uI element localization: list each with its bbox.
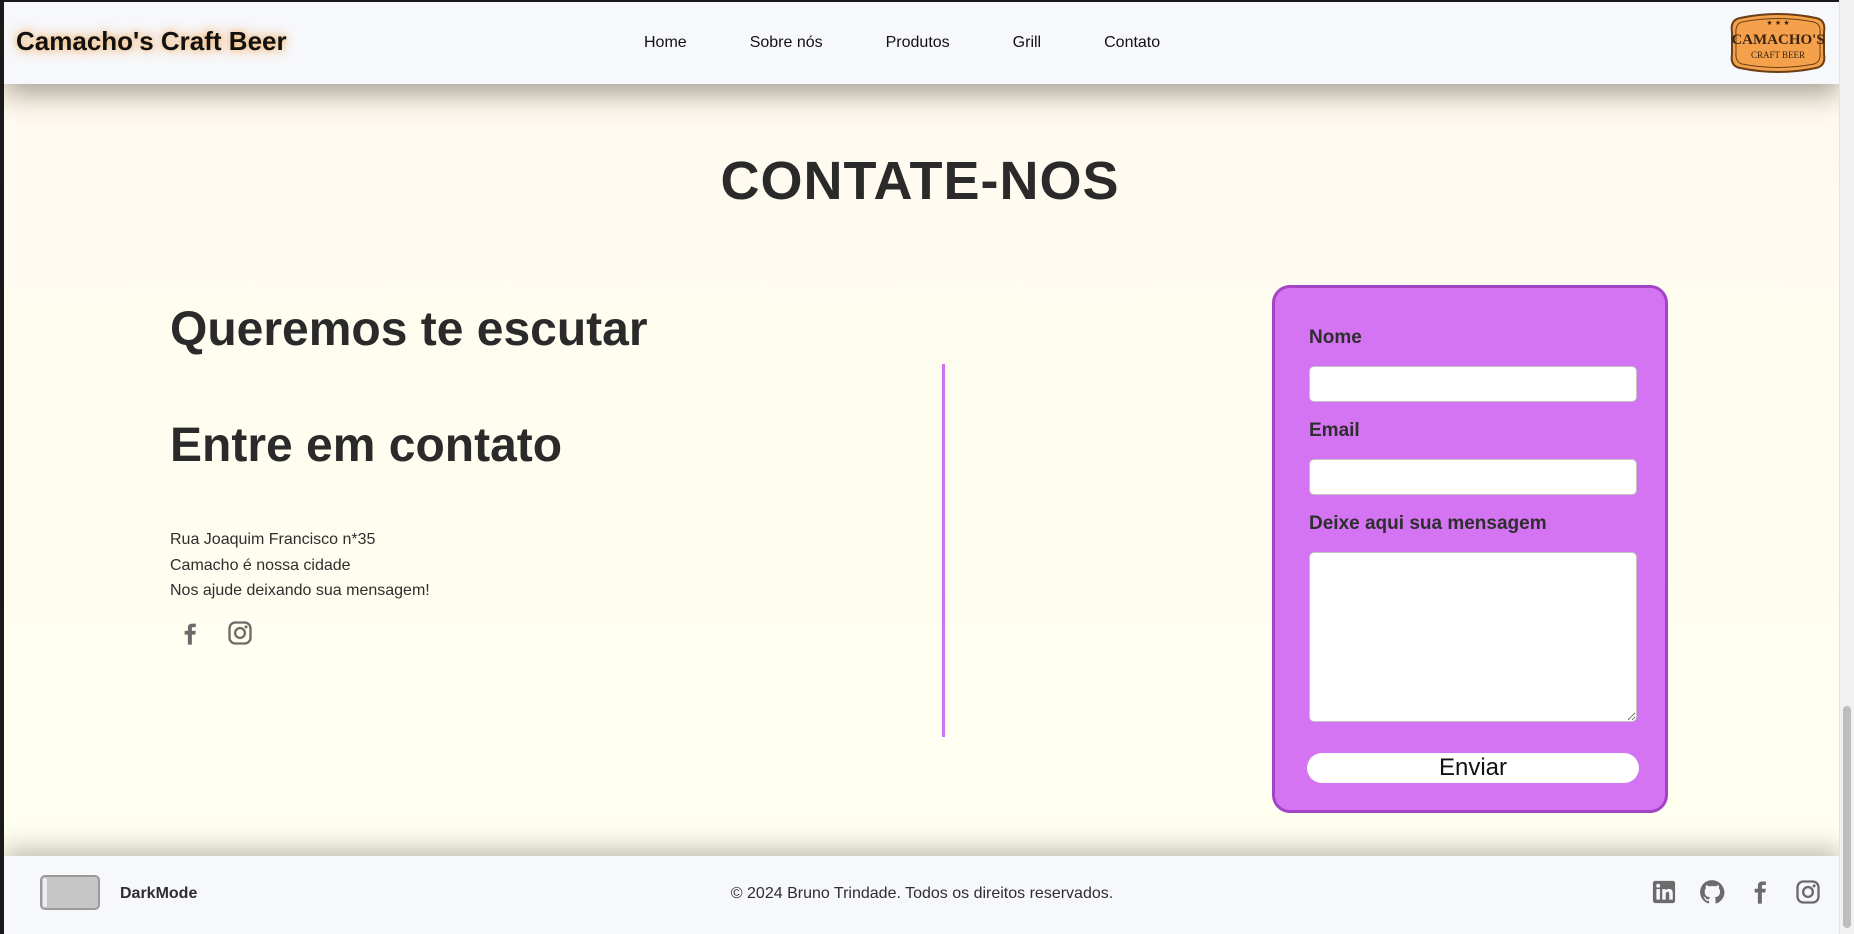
footer-social-links bbox=[1650, 877, 1822, 907]
site-header: Camacho's Craft Beer Home Sobre nós Prod… bbox=[4, 2, 1840, 84]
facebook-icon[interactable] bbox=[1746, 877, 1774, 907]
facebook-icon[interactable] bbox=[176, 618, 204, 648]
name-input[interactable] bbox=[1309, 366, 1637, 402]
nav-produtos[interactable]: Produtos bbox=[886, 34, 950, 52]
city-line: Camacho é nossa cidade bbox=[170, 556, 351, 574]
nav-sobre-nos[interactable]: Sobre nós bbox=[750, 34, 823, 52]
heading-queremos-te-escutar: Queremos te escutar bbox=[170, 303, 648, 356]
message-prompt-line: Nos ajude deixando sua mensagem! bbox=[170, 582, 430, 599]
nav-home[interactable]: Home bbox=[644, 34, 687, 52]
logo-text-sub: CRAFT BEER bbox=[1751, 50, 1805, 60]
camachos-logo[interactable]: ★ ★ ★ CAMACHO'S CRAFT BEER bbox=[1728, 12, 1828, 74]
main-nav: Home Sobre nós Produtos Grill Contato bbox=[644, 2, 1160, 84]
window-top-edge bbox=[0, 0, 1854, 2]
message-label: Deixe aqui sua mensagem bbox=[1309, 513, 1547, 534]
page-title: CONTATE-NOS bbox=[720, 151, 1120, 211]
message-textarea[interactable] bbox=[1309, 552, 1637, 722]
instagram-icon[interactable] bbox=[226, 618, 254, 648]
email-input[interactable] bbox=[1309, 459, 1637, 495]
svg-text:★ ★ ★: ★ ★ ★ bbox=[1766, 19, 1789, 27]
linkedin-icon[interactable] bbox=[1650, 877, 1678, 907]
github-icon[interactable] bbox=[1698, 877, 1726, 907]
nav-grill[interactable]: Grill bbox=[1013, 34, 1041, 52]
site-footer: DarkMode © 2024 Bruno Trindade. Todos os… bbox=[4, 856, 1840, 934]
scrollbar-thumb[interactable] bbox=[1843, 706, 1851, 928]
contact-form: Nome Email Deixe aqui sua mensagem Envia… bbox=[1272, 285, 1668, 813]
window-left-edge bbox=[0, 0, 4, 934]
instagram-icon[interactable] bbox=[1794, 877, 1822, 907]
contact-info: Rua Joaquim Francisco n*35 Camacho é nos… bbox=[170, 527, 430, 604]
brand-title[interactable]: Camacho's Craft Beer bbox=[16, 26, 287, 57]
page-scrollbar[interactable] bbox=[1839, 0, 1854, 934]
contact-social-links bbox=[176, 618, 254, 648]
nav-contato[interactable]: Contato bbox=[1104, 34, 1160, 52]
logo-text-main: CAMACHO'S bbox=[1731, 32, 1824, 48]
copyright-text: © 2024 Bruno Trindade. Todos os direitos… bbox=[730, 885, 1114, 902]
address-line: Rua Joaquim Francisco n*35 bbox=[170, 531, 376, 548]
send-button[interactable]: Enviar bbox=[1307, 753, 1639, 783]
vertical-divider bbox=[942, 364, 945, 737]
heading-entre-em-contato: Entre em contato bbox=[170, 419, 563, 472]
name-label: Nome bbox=[1309, 327, 1362, 348]
email-label: Email bbox=[1309, 420, 1360, 441]
